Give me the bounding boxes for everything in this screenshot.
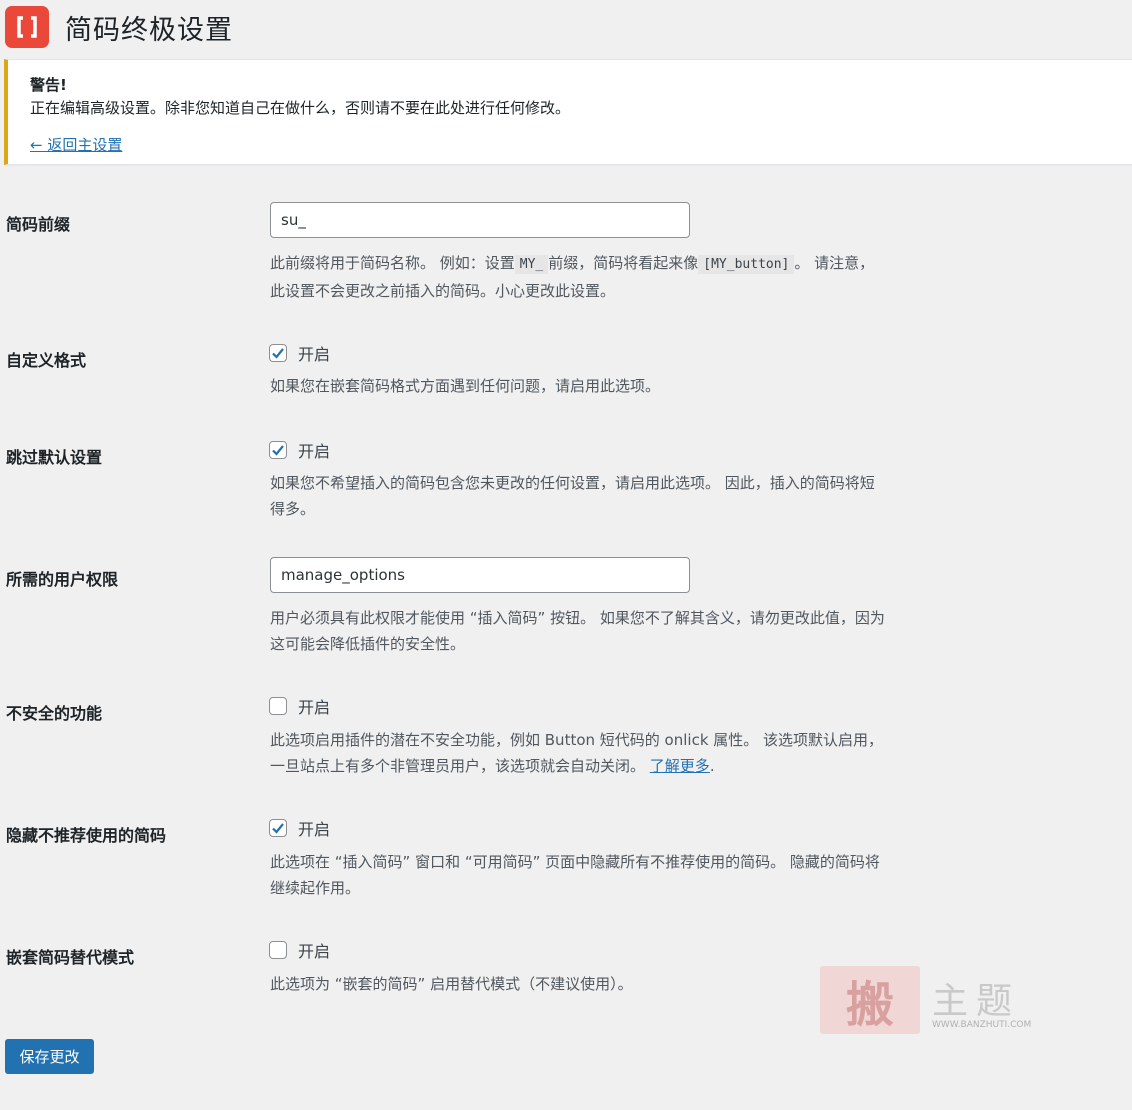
prefix-desc-text: 此设置不会更改之前插入的简码。小心更改此设置。 — [270, 282, 616, 300]
shortcode-example-code: [MY_button] — [698, 255, 795, 274]
custom-formatting-label: 自定义格式 — [6, 351, 87, 370]
hide-deprecated-description: 此选项在 “插入简码” 窗口和 “可用简码” 页面中隐藏所有不推荐使用的简码。 … — [270, 849, 960, 901]
unsafe-features-desc-text: 一旦站点上有多个非管理员用户，该选项就会自动关闭。 — [270, 757, 646, 775]
nested-alt-mode-checkbox-row: 开启 — [269, 938, 330, 962]
unsafe-features-checkbox[interactable] — [269, 697, 287, 715]
hide-deprecated-desc-text: 继续起作用。 — [270, 879, 361, 897]
custom-formatting-enable-label[interactable]: 开启 — [298, 341, 330, 365]
period-text: . — [709, 757, 715, 775]
warning-notice: 警告! 正在编辑高级设置。除非您知道自己在做什么，否则请不要在此处进行任何修改。… — [4, 59, 1132, 165]
site-watermark: 搬 主题 WWW.BANZHUTI.COM — [820, 966, 1050, 1036]
unsafe-features-checkbox-row: 开启 — [269, 694, 330, 718]
hide-deprecated-label: 隐藏不推荐使用的简码 — [6, 826, 167, 845]
page-header: 简码终极设置 — [5, 6, 233, 48]
watermark-text: 主题 — [932, 981, 1021, 1022]
capability-description: 用户必须具有此权限才能使用 “插入简码” 按钮。 如果您不了解其含义，请勿更改此… — [270, 605, 960, 657]
custom-formatting-description: 如果您在嵌套简码格式方面遇到任何问题，请启用此选项。 — [270, 377, 661, 395]
nested-alt-mode-checkbox[interactable] — [269, 941, 287, 959]
prefix-desc-text: 此前缀将用于简码名称。 例如：设置 — [270, 254, 515, 272]
prefix-description: 此前缀将用于简码名称。 例如：设置 MY_ 前缀，简码将看起来像 [MY_button… — [270, 250, 960, 304]
unsafe-features-desc-text: 此选项启用插件的潜在不安全功能，例如 Button 短代码的 onlick 属性… — [270, 731, 884, 749]
watermark-seal-text: 搬 — [845, 977, 894, 1033]
skip-defaults-desc-text: 如果您不希望插入的简码包含您未更改的任何设置，请启用此选项。 因此，插入的简码将… — [270, 474, 875, 492]
capability-desc-text: 用户必须具有此权限才能使用 “插入简码” 按钮。 如果您不了解其含义，请勿更改此… — [270, 609, 885, 627]
prefix-example-code: MY_ — [514, 255, 549, 274]
skip-defaults-label: 跳过默认设置 — [6, 448, 103, 467]
capability-label: 所需的用户权限 — [6, 570, 119, 589]
save-changes-button[interactable]: 保存更改 — [5, 1039, 94, 1074]
custom-formatting-checkbox-row: 开启 — [269, 341, 330, 365]
skip-defaults-description: 如果您不希望插入的简码包含您未更改的任何设置，请启用此选项。 因此，插入的简码将… — [270, 470, 960, 522]
checkmark-icon — [272, 823, 284, 834]
hide-deprecated-desc-text: 此选项在 “插入简码” 窗口和 “可用简码” 页面中隐藏所有不推荐使用的简码。 … — [270, 853, 880, 871]
nested-alt-mode-label: 嵌套简码替代模式 — [6, 948, 135, 967]
hide-deprecated-checkbox[interactable] — [269, 819, 287, 837]
skip-defaults-enable-label[interactable]: 开启 — [298, 438, 330, 462]
nested-alt-mode-enable-label[interactable]: 开启 — [298, 938, 330, 962]
watermark-seal: 搬 — [820, 966, 920, 1034]
prefix-input[interactable] — [270, 202, 690, 238]
back-to-main-settings-link[interactable]: ← 返回主设置 — [30, 134, 122, 155]
unsafe-features-description: 此选项启用插件的潜在不安全功能，例如 Button 短代码的 onlick 属性… — [270, 727, 960, 779]
prefix-label: 简码前缀 — [6, 215, 71, 234]
hide-deprecated-enable-label[interactable]: 开启 — [298, 816, 330, 840]
prefix-desc-text: 。 请注意， — [794, 254, 875, 272]
watermark-url: WWW.BANZHUTI.COM — [932, 1020, 1032, 1030]
capability-input[interactable] — [270, 557, 690, 593]
unsafe-features-enable-label[interactable]: 开启 — [298, 694, 330, 718]
notice-title: 警告! — [30, 76, 67, 94]
skip-defaults-checkbox-row: 开启 — [269, 438, 330, 462]
checkmark-icon — [272, 348, 284, 359]
page-title: 简码终极设置 — [65, 14, 233, 46]
custom-formatting-checkbox[interactable] — [269, 344, 287, 362]
skip-defaults-desc-text: 得多。 — [270, 500, 316, 518]
hide-deprecated-checkbox-row: 开启 — [269, 816, 330, 840]
capability-desc-text: 这可能会降低插件的安全性。 — [270, 635, 466, 653]
learn-more-link[interactable]: 了解更多 — [650, 757, 710, 775]
notice-text: 正在编辑高级设置。除非您知道自己在做什么，否则请不要在此处进行任何修改。 — [30, 99, 571, 117]
checkmark-icon — [272, 445, 284, 456]
plugin-logo-icon — [5, 6, 49, 48]
skip-defaults-checkbox[interactable] — [269, 441, 287, 459]
prefix-desc-text: 前缀，简码将看起来像 — [548, 254, 699, 272]
unsafe-features-label: 不安全的功能 — [6, 704, 103, 723]
